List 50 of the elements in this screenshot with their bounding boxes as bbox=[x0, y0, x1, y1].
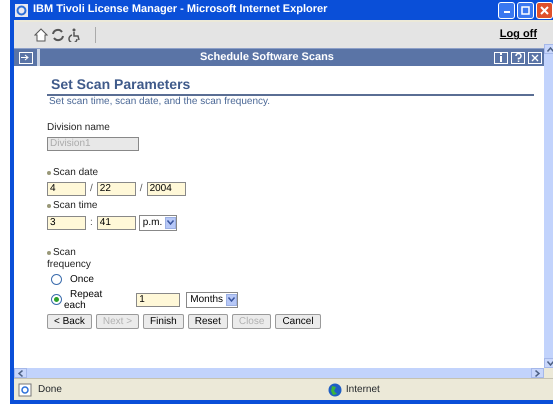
repeat-count-field[interactable]: 1 bbox=[136, 292, 180, 307]
portlet-title: Schedule Software Scans bbox=[199, 50, 335, 64]
hour-field[interactable]: 3 bbox=[47, 216, 86, 230]
field-label: Scan time bbox=[53, 200, 98, 212]
close-icon[interactable] bbox=[528, 52, 542, 64]
minute-field[interactable]: 41 bbox=[96, 216, 136, 230]
maximize-button[interactable] bbox=[517, 2, 534, 18]
field-label: frequency bbox=[47, 258, 92, 271]
refresh-icon[interactable] bbox=[51, 28, 65, 42]
date-separator: / bbox=[140, 182, 143, 195]
horizontal-scrollbar[interactable] bbox=[14, 368, 544, 378]
close-icon bbox=[540, 6, 549, 14]
zone-text: Internet bbox=[346, 384, 380, 396]
caret-icon bbox=[228, 297, 236, 302]
option-label: Repeat bbox=[70, 288, 102, 300]
radio-button[interactable] bbox=[51, 274, 62, 286]
time-separator: : bbox=[90, 216, 93, 229]
field-label: Scan date bbox=[53, 166, 98, 179]
wizard-button[interactable]: < Back bbox=[47, 314, 92, 329]
option-label: each bbox=[64, 300, 87, 311]
year-field[interactable]: 2004 bbox=[146, 182, 186, 196]
wizard-button[interactable]: Finish bbox=[143, 314, 184, 329]
date-separator: / bbox=[90, 182, 93, 195]
option-label: Once bbox=[70, 274, 94, 286]
maximize-icon bbox=[521, 6, 530, 14]
month-field[interactable]: 4 bbox=[47, 182, 86, 196]
radio-button[interactable] bbox=[51, 294, 62, 306]
day-field[interactable]: 22 bbox=[96, 182, 136, 196]
browser-icon bbox=[14, 2, 29, 18]
info-icon[interactable] bbox=[494, 52, 508, 64]
field-label: Scan bbox=[53, 246, 76, 259]
close-button[interactable] bbox=[536, 2, 553, 18]
accessibility-icon[interactable] bbox=[68, 28, 82, 42]
help-icon[interactable] bbox=[511, 52, 525, 64]
home-icon[interactable] bbox=[34, 28, 48, 42]
wizard-button[interactable]: Reset bbox=[188, 314, 228, 329]
page-heading: Set Scan Parameters bbox=[47, 72, 534, 96]
window-title: IBM Tivoli License Manager - Microsoft Internet Explorer bbox=[33, 3, 328, 17]
status-text: Done bbox=[38, 384, 62, 396]
minimize-button[interactable] bbox=[498, 2, 515, 18]
page-icon bbox=[18, 382, 32, 396]
am-pm-dropdown[interactable]: p.m. bbox=[138, 214, 178, 231]
log-off-link[interactable]: Log off bbox=[500, 28, 537, 42]
globe-icon bbox=[328, 382, 342, 396]
caret-icon bbox=[167, 220, 174, 226]
repeat-unit-dropdown[interactable]: Months bbox=[186, 292, 238, 308]
wizard-button[interactable]: Cancel bbox=[275, 314, 321, 329]
field-label: Division name bbox=[47, 122, 110, 134]
arrow-icon bbox=[21, 54, 30, 61]
page-description: Set scan time, scan date, and the scan frequency. bbox=[48, 96, 272, 108]
